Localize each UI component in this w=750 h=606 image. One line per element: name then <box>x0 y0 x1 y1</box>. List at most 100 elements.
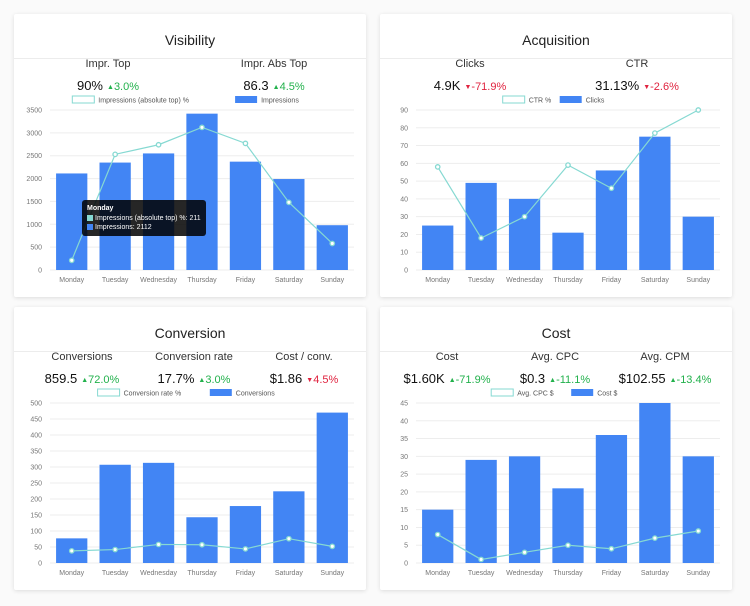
y-tick-label: 3000 <box>26 130 42 137</box>
y-tick-label: 3500 <box>26 108 42 115</box>
y-tick-label: 15 <box>400 507 408 514</box>
y-tick-label: 60 <box>400 161 408 168</box>
x-tick-label: Tuesday <box>468 570 495 577</box>
y-tick-label: 200 <box>30 497 42 504</box>
y-tick-label: 0 <box>404 561 408 568</box>
legend-label: Impressions <box>261 98 299 105</box>
line-point <box>521 213 528 220</box>
swatch-icon <box>87 215 93 221</box>
x-tick-label: Sunday <box>320 277 344 284</box>
x-tick-label: Monday <box>425 570 450 577</box>
line-point <box>652 130 658 136</box>
y-tick-label: 30 <box>400 214 408 221</box>
bar <box>229 161 262 270</box>
line-point <box>112 151 118 158</box>
legend-swatch-line <box>490 388 514 397</box>
x-tick-label: Tuesday <box>102 570 129 577</box>
y-tick-label: 10 <box>400 250 408 257</box>
line-point <box>329 240 336 247</box>
y-tick-label: 25 <box>400 472 408 479</box>
line-point <box>329 543 336 550</box>
x-tick-label: Friday <box>602 570 622 577</box>
line-point <box>286 535 292 542</box>
bar <box>142 462 175 563</box>
x-tick-label: Saturday <box>641 570 670 577</box>
line-point <box>199 541 205 548</box>
chart-tooltip: Monday Impressions (absolute top) %: 211… <box>82 200 206 236</box>
y-tick-label: 5 <box>404 543 408 550</box>
bar <box>552 232 584 270</box>
y-tick-label: 450 <box>30 417 42 424</box>
legend-swatch-bar <box>235 96 258 103</box>
bar <box>186 113 218 271</box>
y-tick-label: 50 <box>400 179 408 186</box>
tooltip-bar-row: Impressions: 2112 <box>95 224 152 231</box>
legend-swatch-line <box>71 95 95 104</box>
chart-cost: Avg. CPC $ Cost $ 0 5 10 15 20 25 30 35 40 45 Monday… <box>400 388 720 577</box>
y-tick-label: 2500 <box>26 153 42 160</box>
legend-swatch-bar <box>209 389 232 396</box>
line-point <box>434 531 441 538</box>
y-tick-label: 10 <box>400 525 408 532</box>
y-tick-label: 500 <box>30 245 42 252</box>
line-point <box>608 185 615 192</box>
y-tick-label: 350 <box>30 449 42 456</box>
bar <box>422 225 454 270</box>
x-tick-label: Friday <box>236 277 256 284</box>
y-tick-label: 40 <box>400 196 408 203</box>
x-tick-label: Wednesday <box>506 570 543 577</box>
x-tick-label: Monday <box>59 277 84 284</box>
legend-label: Avg. CPC $ <box>517 391 554 398</box>
bar <box>595 435 628 563</box>
y-tick-label: 35 <box>400 436 408 443</box>
y-tick-label: 50 <box>34 545 42 552</box>
x-tick-label: Friday <box>602 277 622 284</box>
card-cost: Cost Cost $1.60K ▲-71.9% Avg. CPC $0.3 ▲-1… <box>380 307 732 590</box>
line-point <box>68 547 75 554</box>
tooltip-title: Monday <box>87 205 114 212</box>
bar <box>273 179 305 270</box>
x-tick-label: Friday <box>236 570 256 577</box>
legend-swatch-line <box>97 388 121 397</box>
card-visibility: Visibility Impr. Top 90% ▲3.0% Impr. Abs … <box>14 14 366 297</box>
x-tick-label: Wednesday <box>140 570 177 577</box>
line-point <box>695 528 702 534</box>
y-tick-label: 500 <box>30 401 42 408</box>
x-tick-label: Thursday <box>187 277 217 284</box>
x-tick-label: Wednesday <box>140 277 177 284</box>
bar <box>508 456 541 563</box>
line-point <box>286 199 292 206</box>
x-tick-label: Monday <box>59 570 84 577</box>
bar <box>316 412 348 563</box>
x-tick-label: Wednesday <box>506 277 543 284</box>
x-tick-label: Tuesday <box>468 277 495 284</box>
y-tick-label: 1000 <box>26 222 42 229</box>
line-point <box>112 546 118 553</box>
x-tick-label: Saturday <box>641 277 670 284</box>
y-tick-label: 400 <box>30 433 42 440</box>
line-point <box>565 162 571 168</box>
y-tick-label: 90 <box>400 108 408 115</box>
line-point <box>242 140 249 147</box>
line-point <box>565 542 571 549</box>
y-tick-label: 100 <box>30 529 42 536</box>
y-tick-label: 1500 <box>26 199 42 206</box>
bar <box>316 225 348 270</box>
x-tick-label: Tuesday <box>102 277 129 284</box>
y-tick-label: 0 <box>38 561 42 568</box>
x-tick-label: Sunday <box>320 570 344 577</box>
y-tick-label: 0 <box>404 268 408 275</box>
card-conversion: Conversion Conversions 859.5 ▲72.0% Conve… <box>14 307 366 590</box>
line-point <box>68 257 75 264</box>
bar <box>682 456 714 563</box>
legend-label: Clicks <box>586 98 605 105</box>
line-point <box>652 535 658 541</box>
legend-swatch-bar <box>571 389 594 396</box>
chart-conversion: Conversion rate % Conversions 0 50 100 150 200… <box>30 388 354 577</box>
line-point <box>478 235 484 241</box>
bar <box>465 182 497 270</box>
y-tick-label: 0 <box>38 268 42 275</box>
x-tick-label: Thursday <box>553 570 583 577</box>
y-tick-label: 150 <box>30 513 42 520</box>
x-tick-label: Sunday <box>686 570 710 577</box>
